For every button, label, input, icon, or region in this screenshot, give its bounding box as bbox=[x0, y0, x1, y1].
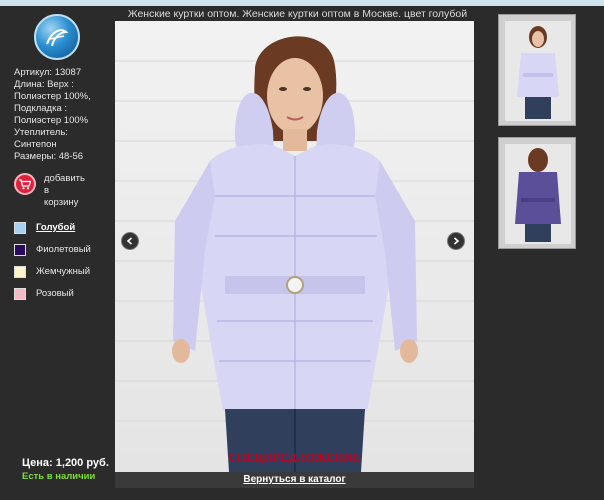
spec-sizes: Размеры: 48-56 bbox=[14, 151, 84, 162]
price: Цена: 1,200 руб. bbox=[22, 457, 109, 469]
back-bar: Вернуться в каталог bbox=[115, 472, 474, 488]
color-label: Фиолетовый bbox=[36, 244, 91, 255]
color-swatch bbox=[14, 266, 26, 278]
add-to-cart-label: добавить в корзину bbox=[44, 173, 85, 208]
color-option-blue[interactable]: Голубой bbox=[14, 220, 114, 242]
stock-status: Есть в наличии bbox=[22, 471, 96, 482]
thumbnail-front[interactable] bbox=[498, 14, 576, 126]
color-swatch bbox=[14, 288, 26, 300]
add-to-cart-button[interactable]: добавить в корзину bbox=[14, 172, 114, 212]
next-image-button[interactable] bbox=[447, 232, 465, 250]
right-padding bbox=[585, 6, 604, 500]
color-option-violet[interactable]: Фиолетовый bbox=[14, 242, 114, 264]
spec-length: Длина: Верх : bbox=[14, 79, 74, 90]
spec-lining: Подкладка : bbox=[14, 103, 68, 114]
spec-lining-material: Полиэстер 100% bbox=[14, 115, 89, 126]
chevron-right-icon bbox=[453, 237, 460, 245]
color-label: Голубой bbox=[36, 222, 76, 233]
special-offer-label: СПЕЦПРЕДЛОЖЕНИЕ bbox=[228, 450, 361, 464]
spec-insulation-material: Синтепон bbox=[14, 139, 57, 150]
cart-icon bbox=[14, 173, 36, 195]
spec-article: Артикул: 13087 bbox=[14, 67, 82, 78]
color-options: Голубой Фиолетовый Жемчужный Розовый bbox=[14, 220, 114, 308]
color-swatch bbox=[14, 222, 26, 234]
product-specs: Артикул: 13087 Длина: Верх : Полиэстер 1… bbox=[14, 67, 114, 163]
back-to-catalog-link[interactable]: Вернуться в каталог bbox=[115, 474, 474, 485]
color-option-pink[interactable]: Розовый bbox=[14, 286, 114, 308]
brand-logo-icon[interactable] bbox=[34, 14, 80, 60]
thumbnail-back[interactable] bbox=[498, 137, 576, 249]
page-title: Женские куртки оптом. Женские куртки опт… bbox=[127, 8, 468, 20]
spec-insulation: Утеплитель: bbox=[14, 127, 68, 138]
color-option-pearl[interactable]: Жемчужный bbox=[14, 264, 114, 286]
spec-outer-material: Полиэстер 100%, bbox=[14, 91, 91, 102]
chevron-left-icon bbox=[126, 237, 133, 245]
color-swatch bbox=[14, 244, 26, 256]
previous-image-button[interactable] bbox=[121, 232, 139, 250]
color-label: Жемчужный bbox=[36, 266, 91, 277]
color-label: Розовый bbox=[36, 288, 74, 299]
product-photo bbox=[115, 21, 474, 472]
